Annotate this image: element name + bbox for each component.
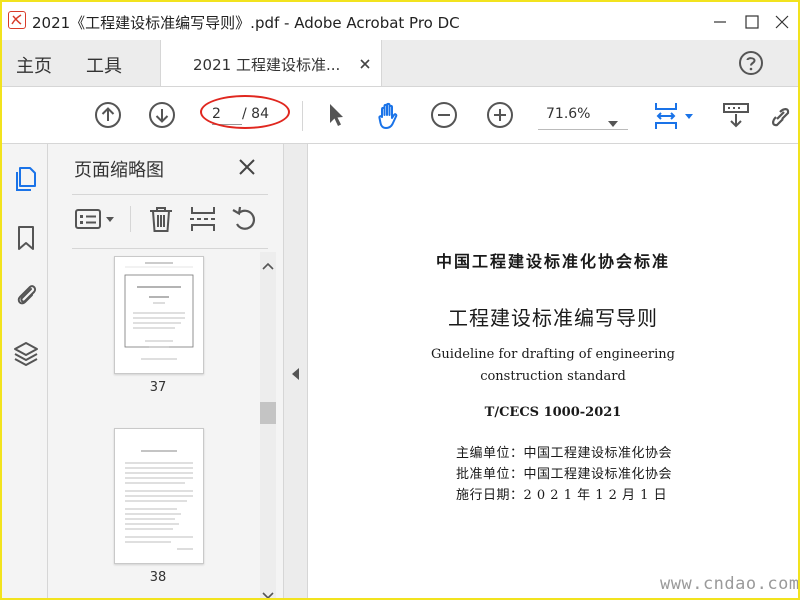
scroll-thumb[interactable] (260, 402, 276, 424)
page-number-input[interactable] (212, 104, 242, 125)
thumbnail-page[interactable] (114, 256, 204, 374)
help-icon[interactable] (738, 50, 764, 76)
page-total: / 84 (242, 106, 269, 122)
thumbnail-preview (124, 262, 194, 360)
doc-approval-unit: 批准单位：中国工程建设标准化协会 (456, 467, 673, 482)
layers-icon[interactable] (12, 340, 40, 368)
fit-page-icon[interactable] (652, 101, 698, 129)
thumbnail-preview (125, 450, 193, 550)
scroll-mode-icon[interactable] (722, 101, 750, 129)
page-thumbnails-icon[interactable] (12, 164, 40, 192)
hand-icon[interactable] (374, 101, 402, 129)
tab-document[interactable]: 2021 工程建设标准... (160, 40, 382, 86)
arrow-up-circle-icon[interactable] (94, 101, 122, 129)
panel-divider (72, 248, 268, 249)
arrow-down-circle-icon[interactable] (148, 101, 176, 129)
maximize-icon[interactable] (738, 8, 766, 34)
doc-title-cn: 工程建设标准编写导则 (448, 306, 658, 330)
watermark: www.cndao.com (660, 574, 800, 594)
toolbar: / 84 71.6% (2, 87, 798, 144)
doc-title-en-line1: Guideline for drafting of engineering (431, 347, 675, 362)
acrobat-icon (8, 11, 26, 29)
bookmark-icon[interactable] (12, 224, 40, 252)
panel-splitter[interactable] (284, 144, 308, 598)
scroll-down-icon[interactable] (262, 586, 274, 598)
thumbnail-page[interactable] (114, 428, 204, 564)
attachment-icon[interactable] (12, 280, 40, 308)
trash-icon[interactable] (146, 204, 176, 234)
close-panel-icon[interactable] (238, 158, 258, 178)
tab-home[interactable]: 主页 (16, 52, 52, 78)
cursor-arrow-icon[interactable] (322, 101, 350, 129)
thumbnail-label: 38 (149, 570, 167, 585)
close-icon[interactable] (768, 8, 796, 34)
zoom-value: 71.6% (546, 106, 591, 122)
zoom-select[interactable]: 71.6% (538, 101, 628, 130)
thumbnail-scrollbar[interactable] (260, 252, 276, 598)
tool-separator (130, 206, 131, 232)
doc-chief-unit: 主编单位：中国工程建设标准化协会 (456, 446, 673, 461)
title-bar: 2021《工程建设标准编写导则》.pdf - Adobe Acrobat Pro… (2, 2, 798, 40)
thumbnail-list: 37 38 (48, 252, 258, 598)
thumbnail-panel: 页面缩略图 37 38 (48, 144, 284, 598)
app-window: 2021《工程建设标准编写导则》.pdf - Adobe Acrobat Pro… (0, 0, 800, 600)
tab-bar: 主页 工具 2021 工程建设标准... (2, 40, 798, 87)
thumbnail-options-icon[interactable] (74, 204, 118, 234)
sign-icon[interactable] (766, 101, 794, 129)
collapse-panel-icon[interactable] (292, 368, 300, 380)
doc-title-en-line2: construction standard (480, 369, 626, 384)
scroll-up-icon[interactable] (262, 256, 274, 270)
thumbnail-label: 37 (149, 380, 167, 395)
chevron-down-icon (608, 112, 618, 131)
left-icon-rail (2, 144, 48, 598)
page-navigator: / 84 (202, 101, 288, 129)
toolbar-separator (302, 101, 303, 131)
window-title: 2021《工程建设标准编写导则》.pdf - Adobe Acrobat Pro… (32, 14, 460, 32)
doc-code: T/CECS 1000-2021 (484, 405, 622, 420)
document-page: 中国工程建设标准化协会标准 工程建设标准编写导则 Guideline for d… (308, 144, 800, 598)
insert-page-icon[interactable] (188, 204, 218, 234)
tab-document-label: 2021 工程建设标准... (193, 56, 341, 74)
zoom-in-icon[interactable] (486, 101, 514, 129)
rotate-icon[interactable] (230, 204, 260, 234)
doc-effective-date: 施行日期：2 0 2 1 年 1 2 月 1 日 (456, 488, 668, 503)
doc-org: 中国工程建设标准化协会标准 (435, 252, 670, 271)
zoom-out-icon[interactable] (430, 101, 458, 129)
tab-tools[interactable]: 工具 (86, 52, 122, 78)
panel-title: 页面缩略图 (74, 160, 164, 181)
tab-close-icon[interactable] (359, 55, 373, 69)
panel-divider (72, 194, 268, 195)
minimize-icon[interactable] (706, 8, 734, 34)
